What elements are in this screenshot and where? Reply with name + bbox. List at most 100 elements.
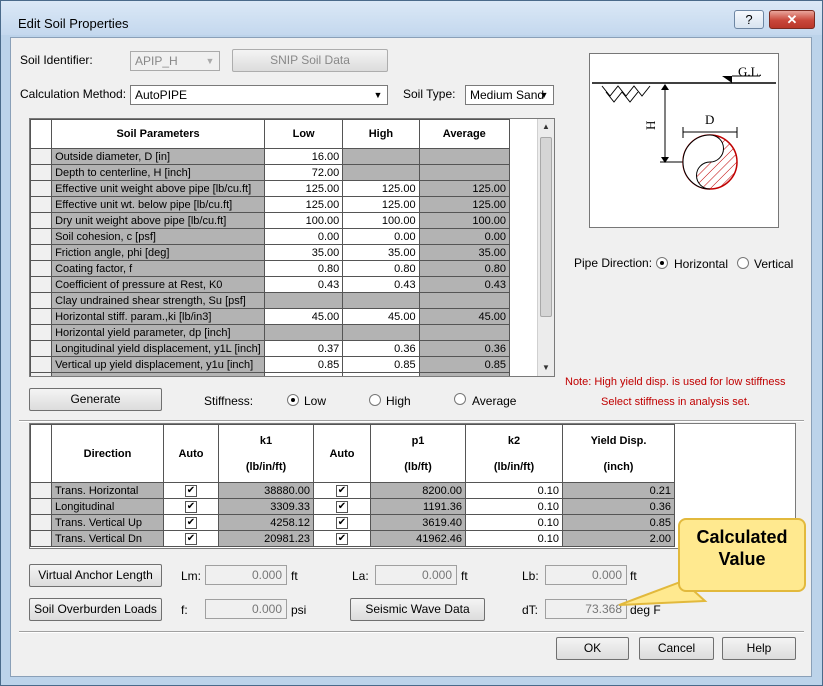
param-high[interactable]: 35.00 [342,244,420,261]
param-high[interactable]: 0.00 [342,228,420,245]
param-high[interactable] [342,164,420,181]
params-scrollbar[interactable]: ▲ ▼ [537,119,554,376]
param-row[interactable]: Dry unit weight above pipe [lb/cu.ft] 100… [30,212,511,229]
param-low[interactable]: 0.43 [263,276,344,293]
param-row[interactable]: Coefficient of pressure at Rest, K0 0.43 0… [30,276,511,293]
lm-unit: ft [291,569,298,583]
param-row[interactable]: Outside diameter, D [in] 16.00 [30,148,511,165]
param-row[interactable]: Friction angle, phi [deg] 35.00 35.00 35.00 [30,244,511,261]
param-high[interactable]: 0.43 [342,276,420,293]
direction-row[interactable]: Trans. Horizontal ✔ 38880.00 ✔ 8200.00 0.10 0.… [30,482,675,499]
k1-header-label: k1 [259,434,273,447]
auto-k1-checkbox[interactable]: ✔ [185,532,197,545]
auto-p1-checkbox[interactable]: ✔ [336,484,348,497]
auto-p1-checkbox[interactable]: ✔ [336,500,348,513]
auto-p1-checkbox[interactable]: ✔ [336,516,348,529]
param-high[interactable]: 0.36 [342,340,420,357]
f-field[interactable]: 0.000 [205,599,287,619]
param-high[interactable]: 0.80 [342,260,420,277]
param-average: 35.00 [418,244,511,261]
param-high[interactable]: 45.00 [342,308,420,325]
param-low[interactable] [263,324,344,341]
param-row[interactable]: Horizontal yield parameter, dp [inch] [30,324,511,341]
direction-row[interactable]: Trans. Vertical Up ✔ 4258.12 ✔ 3619.40 0.10 0.… [30,514,675,531]
la-field[interactable]: 0.000 [375,565,457,585]
stiffness-high-radio[interactable] [369,394,381,406]
k2-value[interactable]: 0.10 [465,482,563,499]
param-low[interactable] [263,292,344,309]
param-high[interactable] [342,148,420,165]
param-row[interactable]: Coating factor, f 0.80 0.80 0.80 [30,260,511,277]
soil-overburden-loads-button[interactable]: Soil Overburden Loads [29,598,162,621]
snip-soil-data-button[interactable]: SNIP Soil Data [232,49,388,72]
param-high[interactable] [342,292,420,309]
lm-field[interactable]: 0.000 [205,565,287,585]
stiffness-low-label[interactable]: Low [304,394,326,408]
param-high[interactable] [342,324,420,341]
param-row[interactable]: Horizontal stiff. param.,ki [lb/in3] 45.0… [30,308,511,325]
pipe-direction-vertical-radio[interactable] [737,257,749,269]
param-low[interactable]: 0.80 [263,260,344,277]
stiffness-low-radio[interactable] [287,394,299,406]
stiffness-average-label[interactable]: Average [472,394,516,408]
param-row[interactable]: Vertical up yield displacement, y1u [inc… [30,356,511,373]
param-low[interactable]: 45.00 [263,308,344,325]
param-low[interactable]: 16.00 [263,148,344,165]
param-row[interactable]: Clay undrained shear strength, Su [psf] [30,292,511,309]
param-low[interactable]: 72.00 [263,164,344,181]
auto-p1-checkbox[interactable]: ✔ [336,532,348,545]
param-row[interactable]: Effective unit wt. below pipe [lb/cu.ft]… [30,196,511,213]
param-low[interactable]: 35.00 [263,244,344,261]
param-high[interactable]: 0.85 [342,356,420,373]
direction-row[interactable]: Trans. Vertical Dn ✔ 20981.23 ✔ 41962.46 0.10… [30,530,675,547]
param-low[interactable]: 0.85 [263,356,344,373]
generate-button[interactable]: Generate [29,388,162,411]
param-high[interactable]: 125.00 [342,196,420,213]
soil-type-select[interactable]: Medium Sand ▼ [465,85,554,105]
scroll-up-icon[interactable]: ▲ [538,119,554,135]
param-row[interactable]: Longitudinal yield displacement, y1L [in… [30,340,511,357]
k1-header-unit: (lb/in/ft) [245,460,287,473]
soil-parameters-grid[interactable]: Soil Parameters Low High Average Outside… [29,118,555,377]
param-high[interactable]: 100.00 [342,212,420,229]
direction-row[interactable]: Longitudinal ✔ 3309.33 ✔ 1191.36 0.10 0.36 [30,498,675,515]
scroll-thumb[interactable] [540,137,552,317]
cancel-button[interactable]: Cancel [639,637,714,660]
virtual-anchor-length-button[interactable]: Virtual Anchor Length [29,564,162,587]
k2-value[interactable]: 0.10 [465,514,563,531]
param-low[interactable]: 100.00 [263,212,344,229]
param-name: Soil cohesion, c [psf] [51,228,265,245]
param-high[interactable]: 125.00 [342,180,420,197]
param-row[interactable]: Vertical down yield displacement, y1d [i… [30,372,511,376]
pipe-direction-vertical-label[interactable]: Vertical [754,257,793,271]
k2-value[interactable]: 0.10 [465,498,563,515]
help-icon[interactable]: ? [734,10,764,29]
ok-button[interactable]: OK [556,637,629,660]
param-low[interactable]: 0.37 [263,340,344,357]
param-high[interactable]: 2.00 [342,372,420,376]
k2-value[interactable]: 0.10 [465,530,563,547]
param-row[interactable]: Soil cohesion, c [psf] 0.00 0.00 0.00 [30,228,511,245]
stiffness-high-label[interactable]: High [386,394,411,408]
auto-k1-checkbox[interactable]: ✔ [185,516,197,529]
auto-k1-checkbox[interactable]: ✔ [185,484,197,497]
param-low[interactable]: 0.00 [263,228,344,245]
pipe-direction-horizontal-label[interactable]: Horizontal [674,257,728,271]
param-row[interactable]: Depth to centerline, H [inch] 72.00 [30,164,511,181]
scroll-down-icon[interactable]: ▼ [538,360,554,376]
stiffness-average-radio[interactable] [454,393,466,405]
yield-header-label: Yield Disp. [590,434,647,447]
col-header-auto-k1: Auto [163,424,219,483]
soil-identifier-select[interactable]: APIP_H ▼ [130,51,220,71]
pipe-direction-horizontal-radio[interactable] [656,257,668,269]
param-row[interactable]: Effective unit weight above pipe [lb/cu.… [30,180,511,197]
k1-value: 4258.12 [218,514,314,531]
calculation-method-select[interactable]: AutoPIPE ▼ [130,85,388,105]
param-low[interactable]: 2.00 [263,372,344,376]
param-low[interactable]: 125.00 [263,196,344,213]
seismic-wave-data-button[interactable]: Seismic Wave Data [350,598,485,621]
auto-k1-checkbox[interactable]: ✔ [185,500,197,513]
help-button[interactable]: Help [722,637,796,660]
close-icon[interactable]: ✕ [769,10,815,29]
param-low[interactable]: 125.00 [263,180,344,197]
